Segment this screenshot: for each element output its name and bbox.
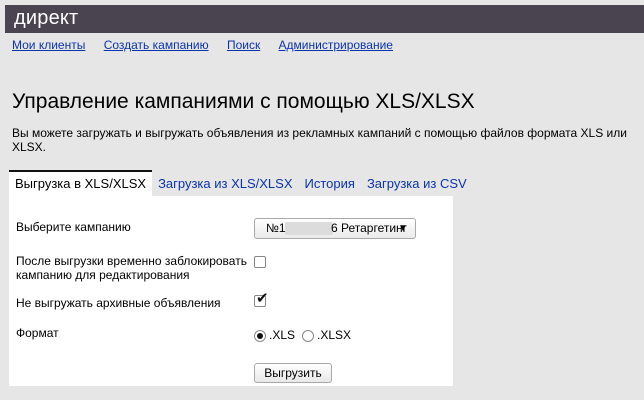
nav-link-create-campaign[interactable]: Создать кампанию	[104, 38, 209, 52]
page-description: Вы можете загружать и выгружать объявлен…	[12, 126, 627, 154]
tab-bar: Выгрузка в XLS/XLSX Загрузка из XLS/XLSX…	[9, 170, 473, 196]
campaign-select[interactable]: №1 6 Ретаргетинг ▼	[254, 218, 416, 239]
format-xls-radio[interactable]	[254, 330, 266, 342]
chevron-down-icon: ▼	[398, 223, 408, 234]
lock-checkbox[interactable]	[254, 256, 266, 268]
format-xlsx-label[interactable]: .XLSX	[317, 328, 351, 342]
logo[interactable]: директ	[14, 7, 78, 30]
main-nav: Мои клиенты Создать кампанию Поиск Админ…	[12, 38, 408, 52]
campaign-select-prefix: №1	[266, 221, 286, 235]
nav-link-administration[interactable]: Администрирование	[279, 38, 393, 52]
radio-selected-dot	[257, 333, 263, 339]
export-button[interactable]: Выгрузить	[254, 363, 332, 383]
campaign-select-suffix: 6 Ретаргетинг	[331, 221, 408, 235]
tab-export-xls[interactable]: Выгрузка в XLS/XLSX	[9, 170, 153, 196]
export-form-panel: Выберите кампанию №1 6 Ретаргетинг ▼ Пос…	[9, 196, 453, 386]
tab-import-csv[interactable]: Загрузка из CSV	[361, 170, 473, 196]
format-xls-label[interactable]: .XLS	[269, 328, 295, 342]
nav-link-my-clients[interactable]: Мои клиенты	[12, 38, 85, 52]
redacted-campaign-number	[285, 222, 333, 235]
lock-label: После выгрузки временно заблокировать ка…	[16, 254, 247, 282]
tab-history[interactable]: История	[299, 170, 361, 196]
page-title: Управление кампаниями с помощью XLS/XLSX	[12, 90, 475, 113]
format-label: Формат	[16, 326, 59, 340]
archive-checkbox[interactable]: ✔	[254, 291, 269, 307]
campaign-label: Выберите кампанию	[16, 220, 131, 234]
archive-label: Не выгружать архивные объявления	[16, 296, 221, 310]
top-bar: директ	[5, 5, 644, 33]
tab-import-xls[interactable]: Загрузка из XLS/XLSX	[152, 170, 298, 196]
check-icon: ✔	[256, 290, 269, 307]
format-xlsx-radio[interactable]	[302, 330, 314, 342]
nav-link-search[interactable]: Поиск	[227, 38, 260, 52]
